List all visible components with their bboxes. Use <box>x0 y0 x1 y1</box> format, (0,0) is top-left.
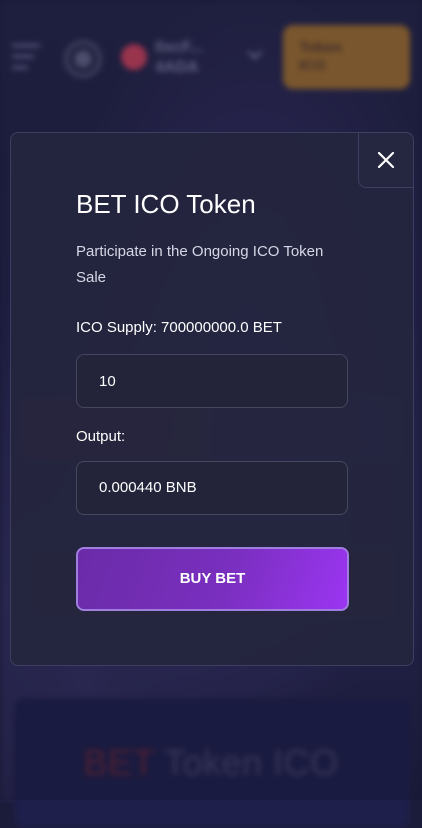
close-button[interactable] <box>358 132 414 188</box>
ico-token-modal: BET ICO Token Participate in the Ongoing… <box>10 132 414 666</box>
output-field: 0.000440 BNB <box>76 461 348 515</box>
output-label: Output: <box>76 428 126 445</box>
close-icon <box>377 151 395 169</box>
modal-subtitle: Participate in the Ongoing ICO Token Sal… <box>76 243 324 286</box>
ico-supply-label: ICO Supply: 700000000.0 BET <box>76 319 282 336</box>
amount-input[interactable] <box>76 354 348 408</box>
modal-title: BET ICO Token <box>76 189 256 219</box>
buy-bet-button[interactable]: BUY BET <box>76 547 349 611</box>
